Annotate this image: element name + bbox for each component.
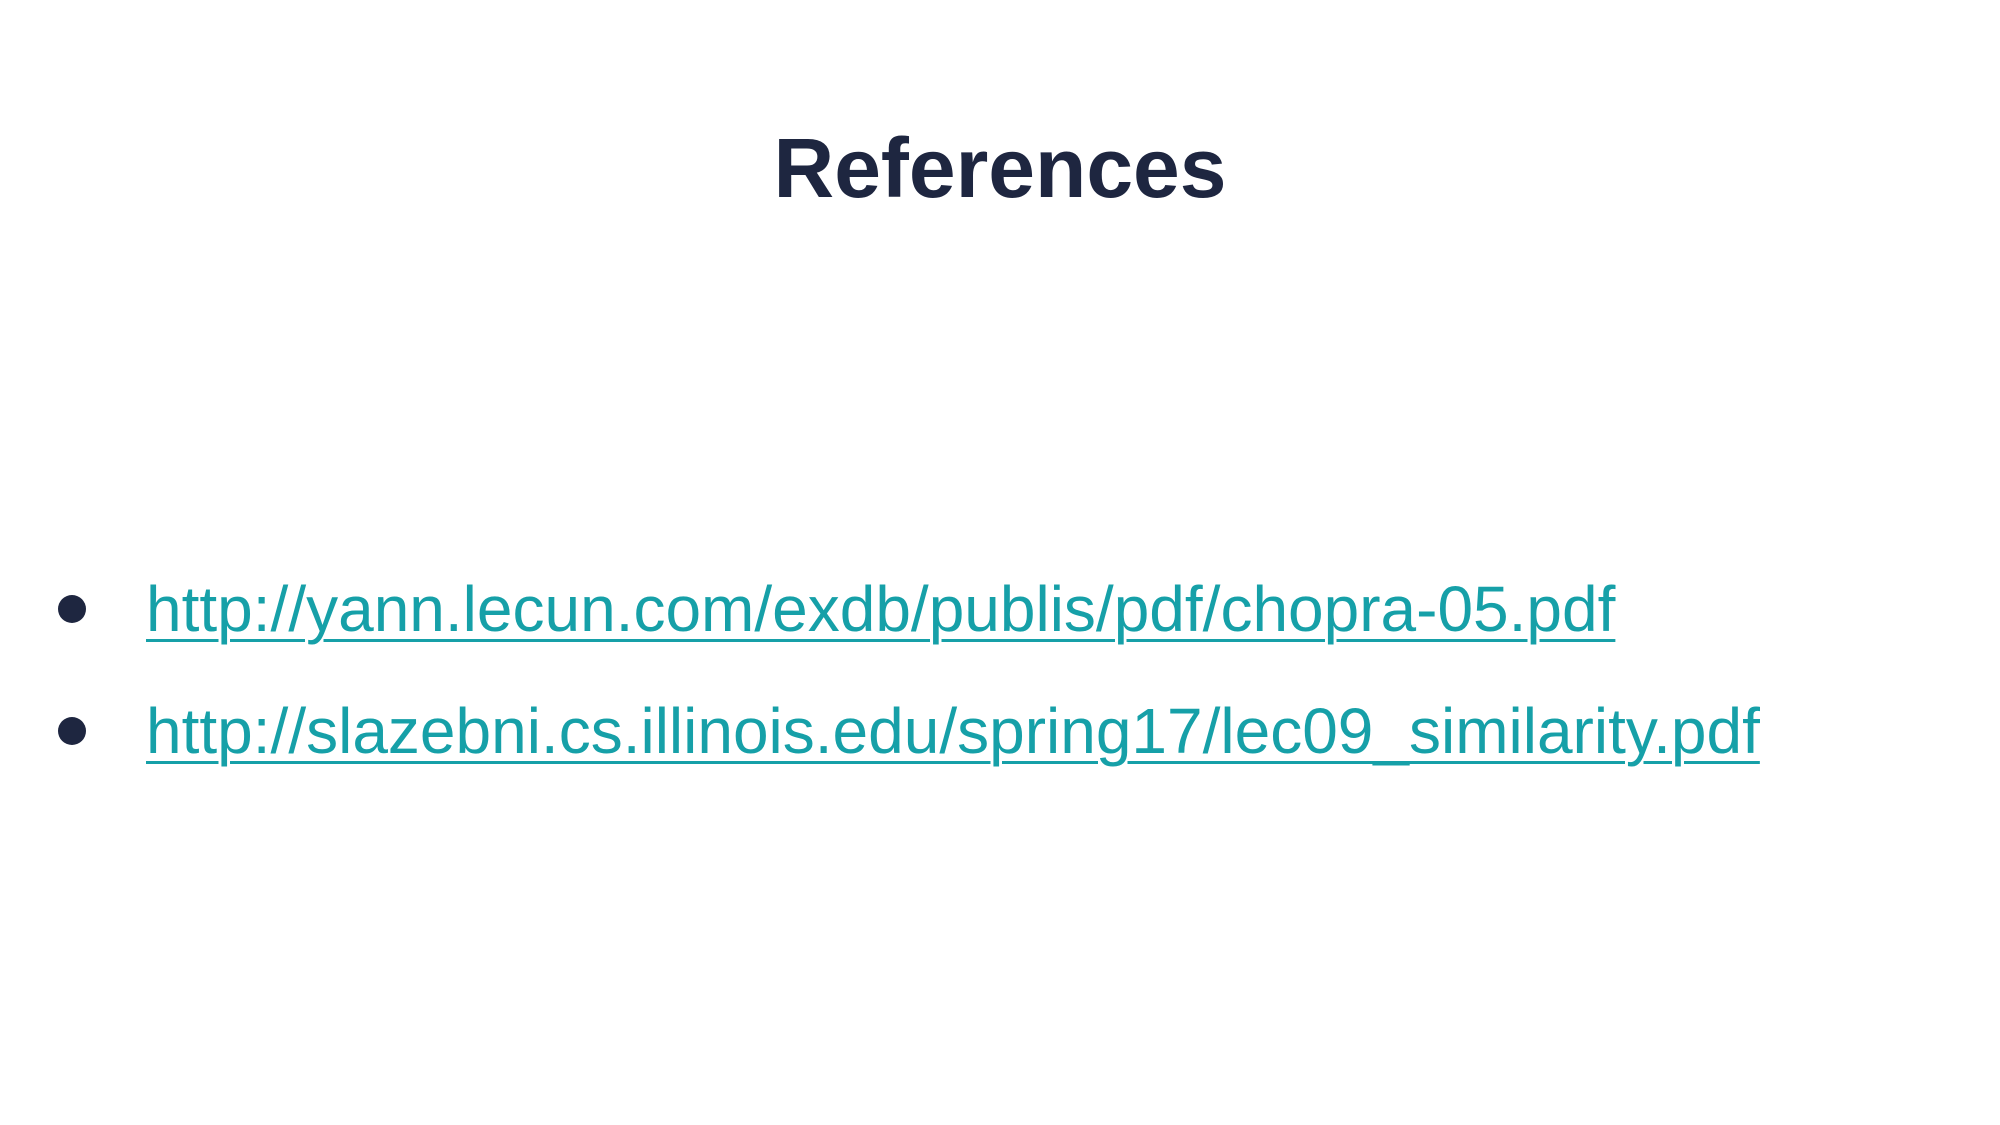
slide: References http://yann.lecun.com/exdb/pu… (0, 0, 2000, 1125)
bullet-icon (58, 717, 86, 745)
list-item: http://yann.lecun.com/exdb/publis/pdf/ch… (58, 548, 1760, 670)
reference-list: http://yann.lecun.com/exdb/publis/pdf/ch… (58, 548, 1760, 792)
reference-link-2[interactable]: http://slazebni.cs.illinois.edu/spring17… (146, 691, 1760, 771)
bullet-icon (58, 595, 86, 623)
list-item: http://slazebni.cs.illinois.edu/spring17… (58, 670, 1760, 792)
reference-link-1[interactable]: http://yann.lecun.com/exdb/publis/pdf/ch… (146, 569, 1615, 649)
slide-title: References (773, 121, 1227, 215)
